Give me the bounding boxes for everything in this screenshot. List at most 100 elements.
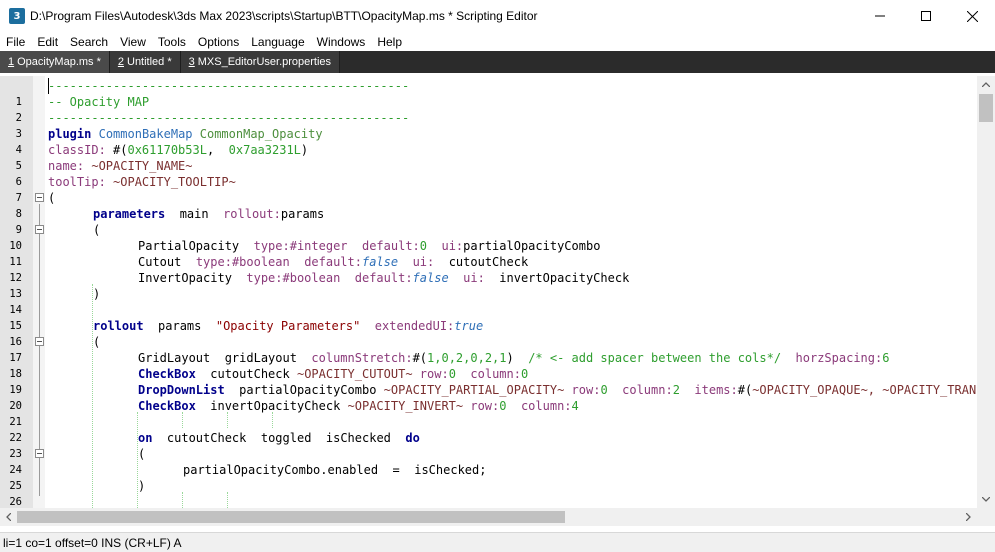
identifier: cutoutCheck [166,431,247,445]
code-text: plugin CommonBakeMap CommonMap_Opacity [48,126,323,142]
punct: ) [300,143,309,157]
tab-label: Untitled * [127,56,172,68]
resource-string: ~OPACITY_OPAQUE~, ~OPACITY_TRANSP [752,383,977,397]
scroll-right-icon[interactable] [960,508,977,526]
scroll-left-icon[interactable] [0,508,17,526]
close-button[interactable] [949,0,995,32]
code-text: ) [138,478,145,494]
identifier: main [179,207,209,221]
menu-search[interactable]: Search [64,35,114,49]
comment: -- Opacity MAP [48,95,150,109]
keyword: rollout [93,319,144,333]
code-line: 18 GridLayout gridLayout columnStretch:#… [0,350,977,380]
fold-toggle-icon[interactable] [35,193,44,202]
comment: /* <- add spacer between the cols*/ [528,351,782,365]
code-line: 14 ) [0,286,977,316]
tab-editoruser-properties[interactable]: 3 MXS_EditorUser.properties [180,51,341,73]
code-editor[interactable]: 1 --------------------------------------… [0,76,977,508]
operator: = [392,463,400,477]
property: horzSpacing: [795,351,883,365]
number: 0 [419,239,428,253]
menu-file[interactable]: File [0,35,31,49]
resource-string: ~OPACITY_INVERT~ [347,399,464,413]
code-line: 3 --------------------------------------… [0,110,977,140]
code-line: 12 Cutout type:#boolean default:false ui… [0,254,977,284]
vertical-scrollbar[interactable] [977,76,995,508]
code-line: 5 classID: #(0x61170b53L, 0x7aa3231L) [0,142,977,172]
property: type: [195,255,232,269]
code-text: ----------------------------------------… [48,110,409,126]
code-text: ( [48,190,55,206]
keyword: CheckBox [138,399,196,413]
status-text: li=1 co=1 offset=0 INS (CR+LF) A [3,535,182,550]
resource-string: ~OPACITY_PARTIAL_OPACITY~ [383,383,565,397]
property: default: [361,239,420,253]
menu-help[interactable]: Help [371,35,408,49]
number: 0 [448,367,456,381]
code-line: 27 [0,494,977,508]
vertical-scroll-thumb[interactable] [979,94,993,122]
code-text: Cutout type:#boolean default:false ui: c… [138,254,528,270]
keyword: parameters [93,207,166,221]
code-text: partialOpacityCombo.enabled = isChecked; [183,462,486,478]
code-text: rollout params "Opacity Parameters" exte… [93,318,483,334]
identifier: params [158,319,202,333]
punct: ( [48,191,56,205]
horizontal-scroll-thumb[interactable] [17,511,565,523]
resource-string: ~OPACITY_CUTOUT~ [296,367,413,381]
number: 6 [882,351,890,365]
property: column: [622,383,673,397]
code-line: 2 -- Opacity MAP [0,94,977,124]
menu-edit[interactable]: Edit [31,35,64,49]
string: "Opacity Parameters" [215,319,361,333]
fold-toggle-icon[interactable] [35,337,44,346]
code-line: 22 [0,414,977,444]
menu-tools[interactable]: Tools [152,35,192,49]
minimize-button[interactable] [857,0,903,32]
code-line: 4 plugin CommonBakeMap CommonMap_Opacity [0,126,977,156]
name-literal: #boolean [231,255,290,269]
code-text: CheckBox cutoutCheck ~OPACITY_CUTOUT~ ro… [138,366,528,382]
scroll-up-icon[interactable] [977,76,995,93]
fold-toggle-icon[interactable] [35,225,44,234]
code-line: 2 0 DropDownList partialOpacityCombo ~OPA… [0,382,977,412]
horizontal-scrollbar[interactable] [0,508,977,526]
fold-toggle-icon[interactable] [35,449,44,458]
code-line: 11 PartialOpacity type:#integer default:… [0,238,977,268]
menu-windows[interactable]: Windows [311,35,372,49]
code-text: toolTip: ~OPACITY_TOOLTIP~ [48,174,236,190]
property: extendedUI: [374,319,455,333]
comment: ----------------------------------------… [48,79,410,93]
identifier: invertOpacityCheck [499,271,630,285]
punct: ) [138,479,146,493]
number: 2 [672,383,680,397]
comment: ----------------------------------------… [48,111,410,125]
tab-number: 2 [117,56,124,68]
boolean: false [412,271,449,285]
maximize-button[interactable] [903,0,949,32]
tab-untitled[interactable]: 2 Untitled * [109,51,181,73]
identifier: partialOpacityCombo [239,383,377,397]
identifier: Cutout [138,255,182,269]
identifier: cutoutCheck [210,367,290,381]
punct: ( [93,335,101,349]
menu-view[interactable]: View [114,35,152,49]
name-literal: #boolean [282,271,341,285]
menu-language[interactable]: Language [245,35,310,49]
property: classID: [48,143,106,157]
code-text: name: ~OPACITY_NAME~ [48,158,193,174]
code-text: parameters main rollout:params [93,206,324,222]
text-caret [48,78,49,94]
title-bar: 3 D:\Program Files\Autodesk\3ds Max 2023… [0,0,995,32]
code-text: GridLayout gridLayout columnStretch:#(1,… [138,350,889,366]
property: default: [354,271,413,285]
number: 0 [520,367,529,381]
identifier: partialOpacityCombo.enabled [183,463,379,477]
keyword: DropDownList [138,383,225,397]
minimize-icon [875,15,885,17]
menu-options[interactable]: Options [192,35,245,49]
scroll-down-icon[interactable] [977,491,995,508]
code-text: ( [138,446,145,462]
tab-opacitymap[interactable]: 1 OpacityMap.ms * [0,51,110,73]
number: 4 [571,399,579,413]
